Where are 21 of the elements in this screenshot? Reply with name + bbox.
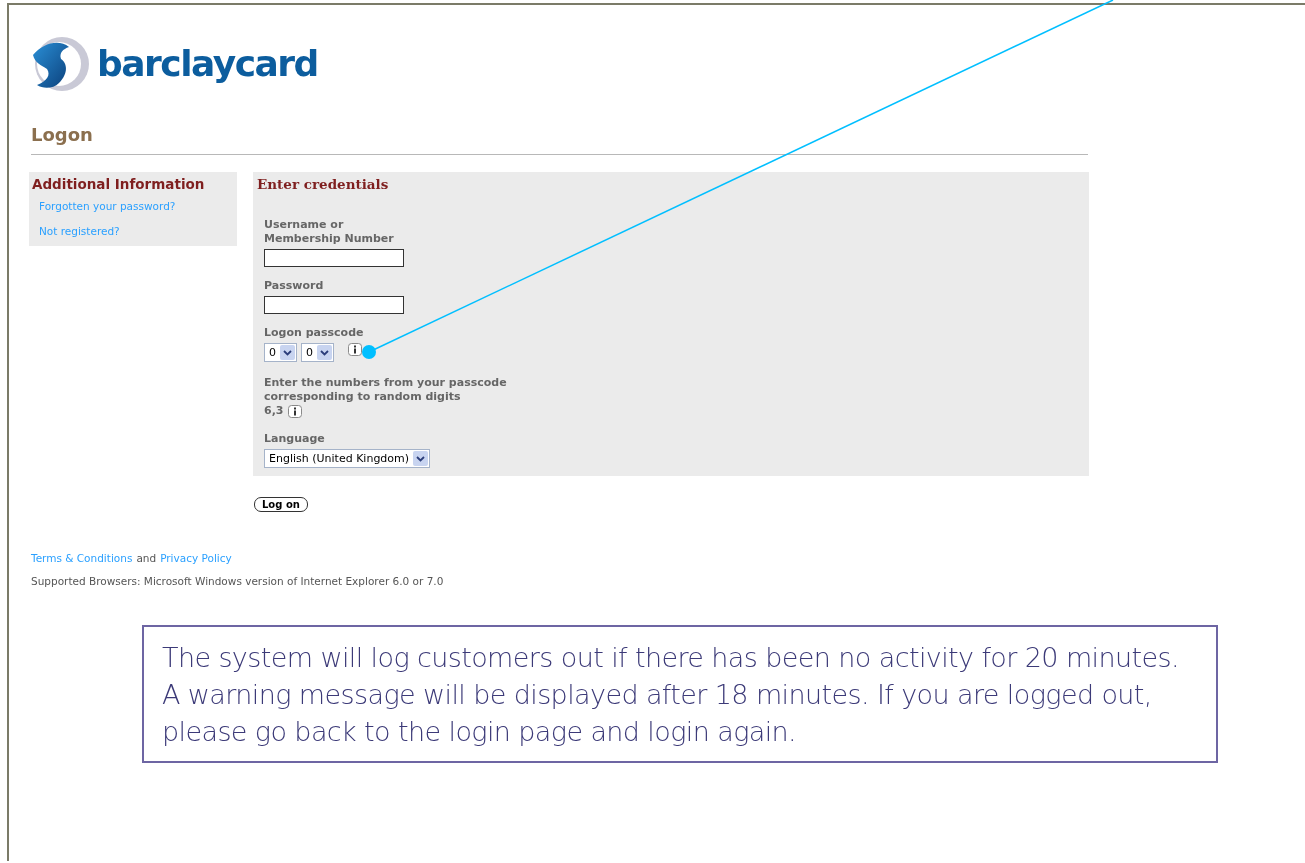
- select-field[interactable]: English (United Kingdom): [264, 449, 431, 468]
- select-field[interactable]: 0: [264, 343, 297, 362]
- page-title: Logon: [31, 123, 94, 147]
- field-label: Logon passcode: [264, 326, 364, 340]
- field-label: Username or Membership Number: [264, 218, 394, 246]
- digit-positions: 6,3: [264, 404, 284, 418]
- field-label: Password: [264, 279, 324, 293]
- info-icon[interactable]: [348, 343, 362, 356]
- panel-heading: Enter credentials: [257, 176, 389, 192]
- supported-browsers-text: Supported Browsers: Microsoft Windows version of Internet Explorer 6.0 or 7.0: [31, 575, 445, 587]
- info-icon[interactable]: [287, 404, 302, 418]
- annotation-callout: The system will log customers out if there has been no activity for 20 minutes. A warning message will be displayed after 18 minutes. If you are logged out, please go back to the login page and login again.: [142, 625, 1218, 763]
- username-field[interactable]: [264, 249, 404, 267]
- passcode-instructions: Enter the numbers from your passcode corresponding to random digits: [264, 376, 507, 404]
- password-field[interactable]: [264, 296, 404, 314]
- select-field[interactable]: 0: [301, 343, 334, 362]
- field-label: Language: [264, 432, 325, 446]
- log-on-button[interactable]: Log on: [254, 497, 308, 512]
- brand-logo-text: barclaycard: [97, 44, 318, 84]
- sidebar-heading: Additional Information: [32, 176, 206, 192]
- footer-text: and: [136, 552, 157, 564]
